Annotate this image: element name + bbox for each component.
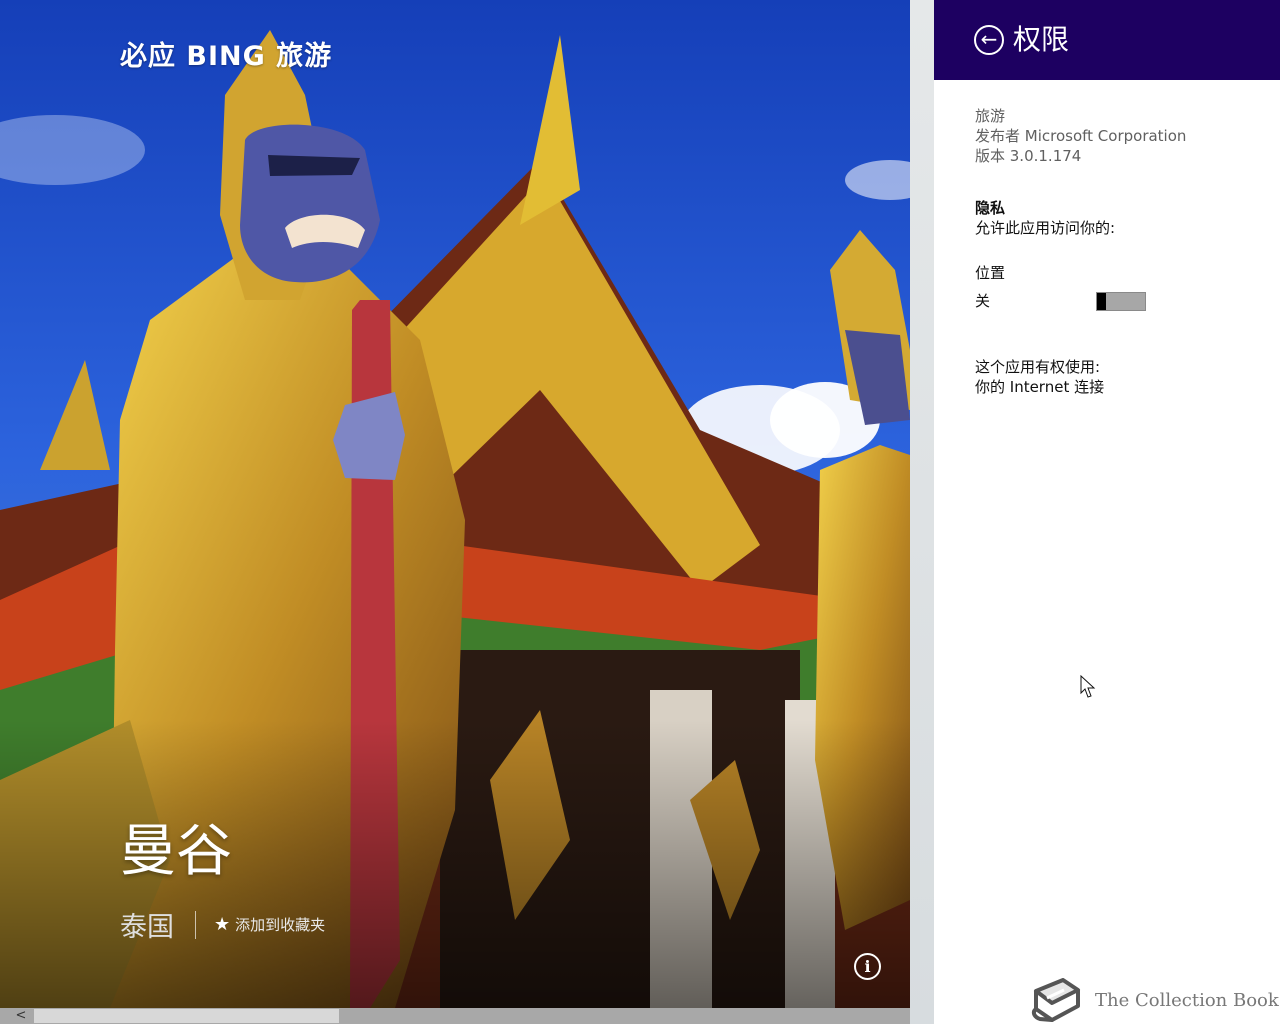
- scrollbar-thumb[interactable]: [34, 1009, 339, 1023]
- location-toggle-row: 关: [975, 291, 1280, 311]
- book-icon: [1031, 978, 1080, 1022]
- location-toggle[interactable]: [1096, 291, 1146, 311]
- country-name: 泰国: [120, 912, 174, 943]
- travel-app-window: 必应 BING 旅游 曼谷 泰国 ★ 添加到收藏夹 i <: [0, 0, 910, 1024]
- app-brand-title: 必应 BING 旅游: [120, 41, 333, 72]
- flyout-header: ← 权限: [934, 0, 1280, 80]
- privacy-section: 隐私 允许此应用访问你的:: [975, 198, 1280, 238]
- toggle-knob[interactable]: [1097, 292, 1106, 310]
- flyout-title: 权限: [1013, 23, 1070, 56]
- watermark-text: The Collection Book: [1095, 989, 1279, 1011]
- location-state-label: 关: [975, 292, 991, 310]
- capabilities-section: 这个应用有权使用: 你的 Internet 连接: [975, 357, 1280, 397]
- permissions-flyout: ← 权限 旅游 发布者 Microsoft Corporation 版本 3.0…: [934, 0, 1280, 1024]
- privacy-description: 允许此应用访问你的:: [975, 219, 1116, 237]
- capability-internet: 你的 Internet 连接: [975, 378, 1105, 396]
- permissions-content: 旅游 发布者 Microsoft Corporation 版本 3.0.1.17…: [934, 80, 1280, 397]
- app-info: 旅游 发布者 Microsoft Corporation 版本 3.0.1.17…: [975, 106, 1280, 166]
- horizontal-scrollbar[interactable]: <: [0, 1008, 910, 1024]
- location-label: 位置: [975, 264, 1006, 282]
- publisher-text: 发布者 Microsoft Corporation: [975, 127, 1187, 145]
- add-to-favorites-label: 添加到收藏夹: [235, 916, 326, 934]
- location-row: 泰国 ★ 添加到收藏夹: [120, 905, 325, 944]
- collection-book-watermark: The Collection Book: [1028, 978, 1279, 1022]
- add-to-favorites-button[interactable]: ★ 添加到收藏夹: [214, 914, 325, 935]
- version-text: 版本 3.0.1.174: [975, 147, 1082, 165]
- mouse-pointer-icon: [1080, 675, 1096, 698]
- app-name: 旅游: [975, 107, 1006, 125]
- capabilities-title: 这个应用有权使用:: [975, 358, 1101, 376]
- star-icon: ★: [214, 914, 231, 935]
- back-arrow-icon[interactable]: ←: [974, 25, 1004, 55]
- scroll-left-arrow-icon[interactable]: <: [10, 1008, 32, 1024]
- city-name: 曼谷: [120, 819, 232, 884]
- location-permission: 位置 关: [975, 263, 1280, 311]
- location-separator: [195, 910, 196, 939]
- privacy-title: 隐私: [975, 199, 1006, 217]
- background-map-strip: [910, 0, 934, 1024]
- info-icon-button[interactable]: i: [854, 953, 881, 980]
